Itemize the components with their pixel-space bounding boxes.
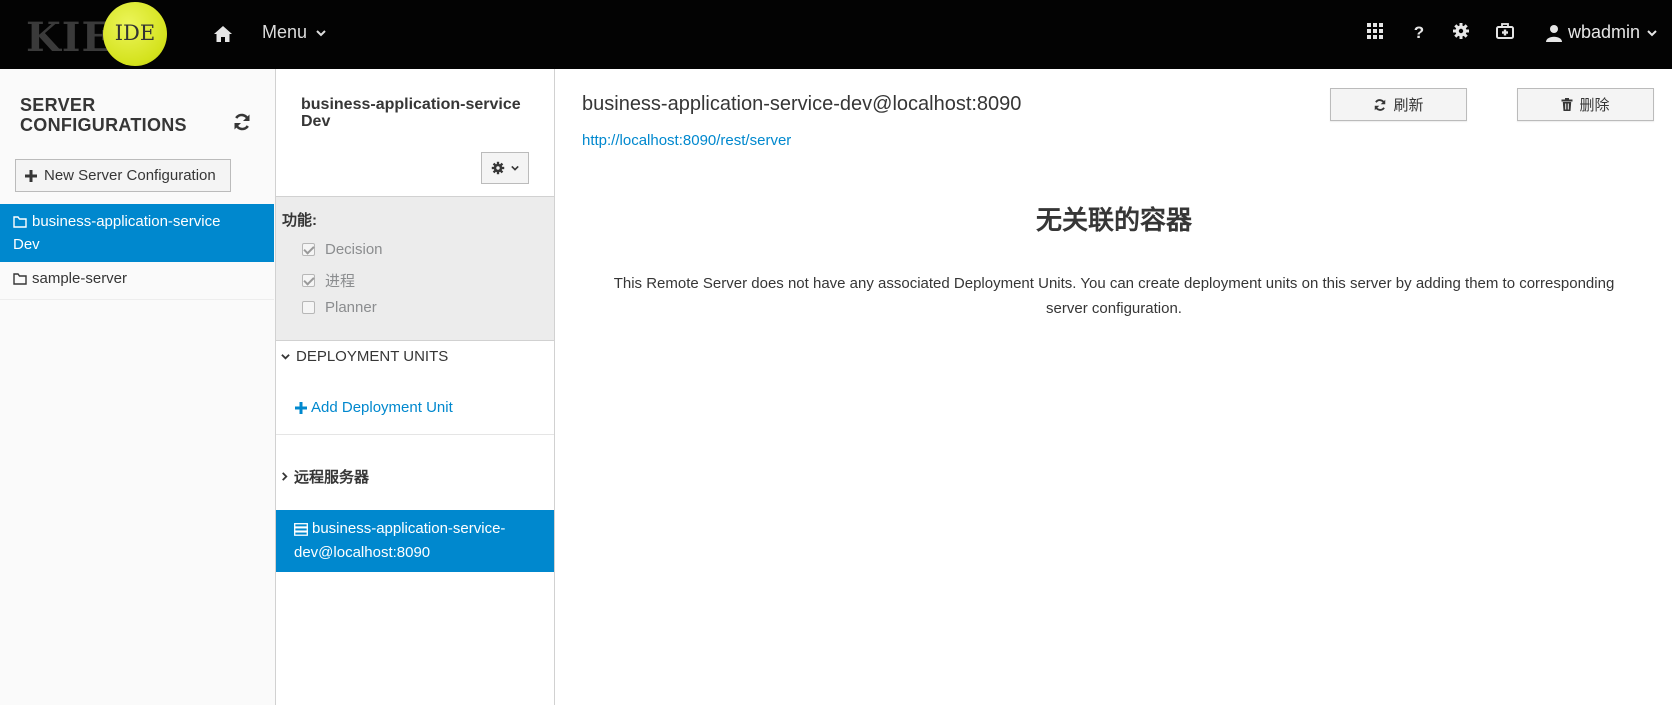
user-icon bbox=[1546, 24, 1562, 42]
planner-checkbox[interactable] bbox=[302, 301, 315, 314]
user-name: wbadmin bbox=[1568, 22, 1641, 42]
chevron-down-icon bbox=[281, 354, 290, 360]
plus-icon bbox=[295, 401, 307, 414]
settings-gear-icon[interactable] bbox=[1450, 22, 1472, 44]
server-config-item-sample-server[interactable]: sample-server bbox=[0, 262, 274, 300]
remote-servers-toggle[interactable]: 远程服务器 bbox=[276, 466, 369, 487]
ide-logo-label: IDE bbox=[114, 21, 156, 45]
decision-checkbox[interactable] bbox=[302, 243, 315, 256]
apps-grid-icon[interactable] bbox=[1364, 22, 1386, 44]
server-config-item-business-application-service-dev[interactable]: business-application-service Dev bbox=[0, 204, 274, 262]
deployment-units-toggle[interactable]: DEPLOYMENT UNITS bbox=[276, 348, 448, 365]
server-icon bbox=[294, 522, 308, 536]
delete-button[interactable]: 删除 bbox=[1517, 88, 1654, 121]
chevron-down-icon bbox=[1647, 29, 1657, 36]
new-server-configuration-button[interactable]: New Server Configuration bbox=[15, 159, 231, 192]
plus-icon bbox=[25, 169, 37, 182]
server-configurations-panel: SERVER CONFIGURATIONS New Server Configu… bbox=[0, 69, 276, 705]
remote-server-details: business-application-service-dev@localho… bbox=[556, 69, 1672, 705]
chevron-right-icon bbox=[282, 472, 288, 481]
refresh-icon[interactable] bbox=[232, 112, 252, 132]
deployment-units-label: DEPLOYMENT UNITS bbox=[296, 348, 449, 365]
new-server-configuration-label: New Server Configuration bbox=[44, 167, 216, 184]
server-template-panel: business-application-service Dev 功能: Dec… bbox=[276, 69, 555, 705]
trash-icon bbox=[1561, 98, 1573, 111]
top-navbar: KIE IDE Menu ? wbadmin bbox=[0, 0, 1672, 69]
folder-icon bbox=[13, 215, 27, 228]
help-icon[interactable]: ? bbox=[1408, 22, 1430, 44]
empty-state-title: 无关联的容器 bbox=[1035, 206, 1192, 236]
user-menu[interactable]: wbadmin bbox=[1546, 22, 1658, 43]
template-settings-dropdown-button[interactable] bbox=[481, 152, 529, 184]
capability-decision: Decision bbox=[302, 241, 383, 258]
menu-dropdown[interactable]: Menu bbox=[262, 22, 327, 43]
server-configurations-title: SERVER CONFIGURATIONS bbox=[20, 95, 187, 135]
ide-logo-badge[interactable]: IDE bbox=[103, 2, 167, 66]
folder-icon bbox=[13, 272, 27, 285]
empty-state-description: This Remote Server does not have any ass… bbox=[613, 275, 1615, 317]
capability-planner: Planner bbox=[302, 299, 377, 316]
remote-servers-label: 远程服务器 bbox=[294, 469, 370, 486]
process-checkbox[interactable] bbox=[302, 274, 315, 287]
gear-icon bbox=[491, 161, 504, 175]
capabilities-section: 功能: Decision 进程 Planner bbox=[276, 196, 554, 341]
server-heading: business-application-service-dev@localho… bbox=[582, 93, 1022, 115]
chevron-down-icon bbox=[510, 165, 519, 171]
refresh-button[interactable]: 刷新 bbox=[1330, 88, 1467, 121]
capability-process: 进程 bbox=[302, 270, 355, 291]
remote-server-item[interactable]: business-application-service- dev@localh… bbox=[276, 510, 554, 572]
add-deployment-unit-link[interactable]: Add Deployment Unit bbox=[295, 399, 453, 416]
home-icon[interactable] bbox=[212, 23, 234, 45]
refresh-icon bbox=[1375, 98, 1386, 111]
tasks-briefcase-icon[interactable] bbox=[1494, 22, 1516, 44]
server-url-link[interactable]: http://localhost:8090/rest/server bbox=[582, 132, 791, 149]
kie-logo-text: KIE bbox=[26, 14, 113, 61]
server-template-title: business-application-service Dev bbox=[301, 96, 521, 130]
menu-label: Menu bbox=[262, 22, 308, 42]
section-divider bbox=[276, 434, 554, 435]
capabilities-label: 功能: bbox=[282, 212, 317, 229]
chevron-down-icon bbox=[316, 30, 326, 37]
